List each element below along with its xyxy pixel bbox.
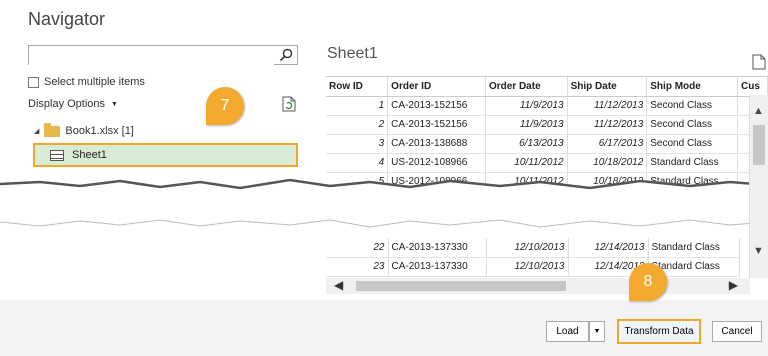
workbook-label: Book1.xlsx [1] xyxy=(65,125,134,137)
table-cell: Second Class xyxy=(646,96,739,116)
table-row: 3 CA-2013-138688 6/13/2013 6/17/2013 Second … xyxy=(326,134,768,154)
table-cell: 6/17/2013 xyxy=(567,134,648,154)
table-cell: 23 xyxy=(326,257,389,277)
table-cell: 11/12/2013 xyxy=(567,96,648,116)
step-8-number: 8 xyxy=(643,273,653,290)
table-icon xyxy=(50,149,64,161)
column-header[interactable]: Cus xyxy=(737,77,768,97)
table-cell: 6/13/2013 xyxy=(485,134,568,154)
horizontal-scroll-thumb[interactable] xyxy=(356,281,566,291)
dialog-title: Navigator xyxy=(28,9,106,29)
collapse-triangle-icon[interactable]: ◢ xyxy=(34,127,39,135)
table-row: 2 CA-2013-152156 11/9/2013 11/12/2013 Second… xyxy=(326,115,768,135)
table-cell: 12/10/2013 xyxy=(486,238,569,258)
table-cell: 11/9/2013 xyxy=(485,115,568,135)
load-button[interactable]: Load xyxy=(546,321,589,342)
horizontal-scrollbar[interactable]: ◀ ▶ xyxy=(326,278,750,294)
tree-workbook-node[interactable]: ◢ Book1.xlsx [1] xyxy=(34,122,134,137)
select-multiple-label: Select multiple items xyxy=(44,76,145,88)
scroll-right-icon[interactable]: ▶ xyxy=(729,278,738,292)
table-row: 22 CA-2013-137330 12/10/2013 12/14/2013 Stan… xyxy=(326,238,740,258)
search-box[interactable] xyxy=(28,45,298,65)
table-cell: Standard Class xyxy=(648,238,740,258)
table-cell: Second Class xyxy=(646,115,739,135)
table-cell: CA-2013-137330 xyxy=(388,257,487,277)
column-header[interactable]: Row ID xyxy=(326,77,389,97)
table-cell: 3 xyxy=(326,134,389,154)
table-cell: CA-2013-138688 xyxy=(387,134,486,154)
table-cell: CA-2013-152156 xyxy=(387,96,486,116)
step-8-callout: 8 xyxy=(629,263,667,301)
preview-title: Sheet1 xyxy=(327,45,378,62)
table-cell: 22 xyxy=(326,238,389,258)
load-dropdown-button[interactable]: ▼ xyxy=(589,321,605,342)
table-cell: 1 xyxy=(326,96,389,116)
table-cell: Second Class xyxy=(646,134,739,154)
sheet-label: Sheet1 xyxy=(72,149,107,161)
search-input[interactable] xyxy=(29,47,274,65)
column-header[interactable]: Order Date xyxy=(485,77,568,97)
search-icon[interactable] xyxy=(279,48,293,62)
column-header[interactable]: Ship Mode xyxy=(646,77,739,97)
scroll-down-icon[interactable]: ▼ xyxy=(753,245,764,257)
table-cell: 2 xyxy=(326,115,389,135)
preview-refresh-icon[interactable] xyxy=(752,54,766,70)
chevron-down-icon: ▼ xyxy=(593,328,601,335)
torn-edge xyxy=(0,178,768,228)
table-cell: 12/14/2013 xyxy=(568,238,649,258)
table-row: 1 CA-2013-152156 11/9/2013 11/12/2013 Second… xyxy=(326,96,768,116)
table-cell: 11/9/2013 xyxy=(485,96,568,116)
vertical-scrollbar[interactable]: ▲ ▼ xyxy=(749,95,768,278)
scroll-left-icon[interactable]: ◀ xyxy=(334,278,343,292)
select-multiple-checkbox[interactable] xyxy=(28,76,39,88)
table-cell: 11/12/2013 xyxy=(567,115,648,135)
table-cell: CA-2013-152156 xyxy=(387,115,486,135)
folder-icon xyxy=(44,122,61,137)
vertical-scroll-thumb[interactable] xyxy=(753,125,765,165)
preview-bottom-rows: 22 CA-2013-137330 12/10/2013 12/14/2013 Stan… xyxy=(326,238,740,277)
step-7-callout: 7 xyxy=(206,87,244,125)
display-options-label: Display Options xyxy=(28,98,106,110)
column-header[interactable]: Ship Date xyxy=(567,77,648,97)
table-cell: 12/10/2013 xyxy=(486,257,569,277)
table-cell: CA-2013-137330 xyxy=(388,238,487,258)
display-options-dropdown[interactable]: Display Options ▼ xyxy=(28,98,118,110)
table-row: 23 CA-2013-137330 12/10/2013 12/14/2013 Stan… xyxy=(326,257,740,277)
cancel-button[interactable]: Cancel xyxy=(712,321,762,342)
column-header[interactable]: Order ID xyxy=(387,77,486,97)
select-multiple-option[interactable]: Select multiple items xyxy=(28,76,145,88)
refresh-icon[interactable] xyxy=(282,96,296,112)
step-7-number: 7 xyxy=(220,97,230,114)
tree-sheet-item[interactable]: Sheet1 xyxy=(33,143,298,167)
caret-down-icon: ▼ xyxy=(111,100,118,108)
preview-table-bottom: 22 CA-2013-137330 12/10/2013 12/14/2013 Stan… xyxy=(326,238,740,277)
scroll-up-icon[interactable]: ▲ xyxy=(753,105,764,117)
transform-data-button[interactable]: Transform Data xyxy=(617,319,701,344)
